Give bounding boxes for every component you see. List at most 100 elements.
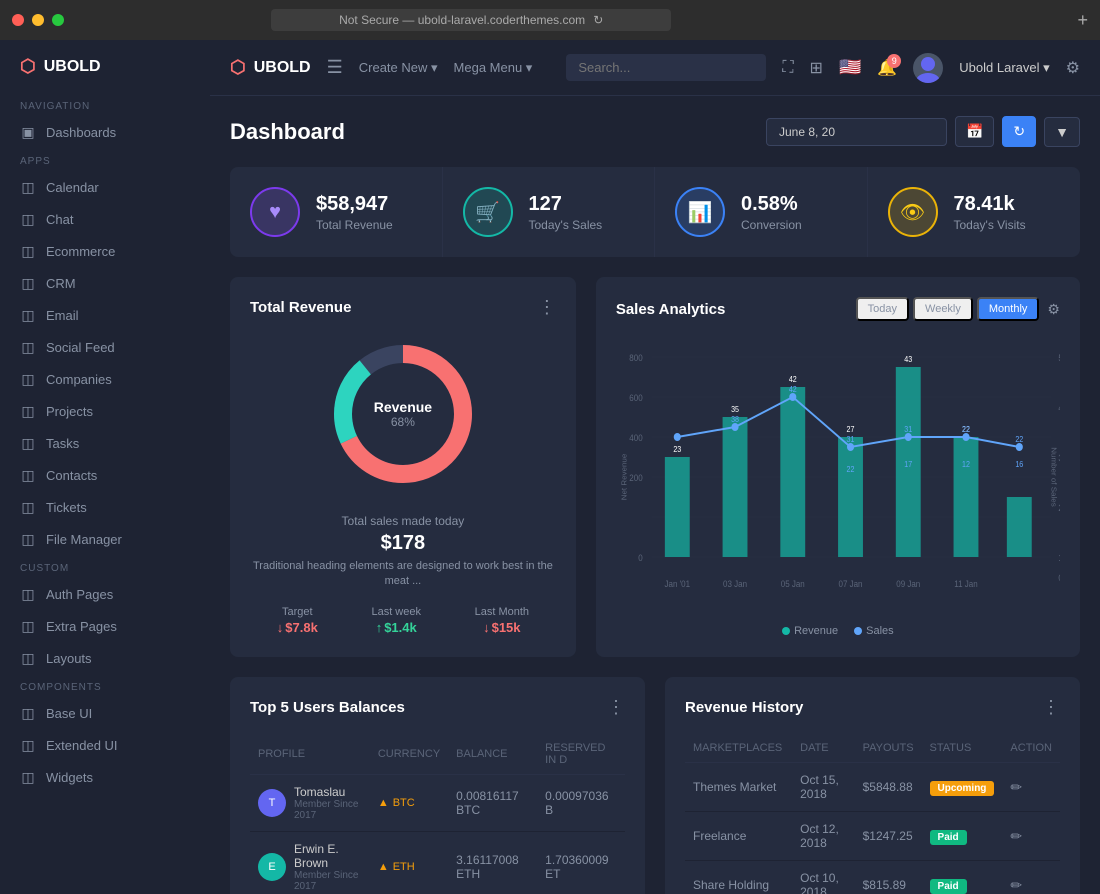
calendar-filter-button[interactable]: 📅: [955, 116, 994, 147]
legend-revenue-dot: [782, 627, 790, 635]
sidebar-item-label: Chat: [46, 212, 73, 227]
grid-view-icon[interactable]: ⊞: [810, 58, 823, 78]
sidebar-item-email[interactable]: ◫ Email: [0, 299, 210, 331]
custom-section-label: CUSTOM: [0, 555, 210, 578]
filter-dropdown-button[interactable]: ▼: [1044, 117, 1080, 147]
date-cell: Oct 15, 2018: [792, 763, 854, 812]
tab-weekly[interactable]: Weekly: [913, 297, 973, 321]
sidebar-item-file-manager[interactable]: ◫ File Manager: [0, 523, 210, 555]
sales-controls: Today Weekly Monthly ⚙: [856, 297, 1060, 321]
sidebar-item-auth-pages[interactable]: ◫ Auth Pages: [0, 578, 210, 610]
search-input[interactable]: [566, 54, 766, 81]
sidebar-item-ecommerce[interactable]: ◫ Ecommerce: [0, 235, 210, 267]
sidebar-item-label: Contacts: [46, 468, 97, 483]
sidebar-item-calendar[interactable]: ◫ Calendar: [0, 171, 210, 203]
svg-text:22: 22: [846, 465, 854, 475]
sidebar-item-label: Extended UI: [46, 738, 118, 753]
user-name[interactable]: Ubold Laravel ▾: [959, 60, 1049, 76]
chart-options-icon[interactable]: ⚙: [1047, 301, 1060, 318]
edit-button[interactable]: ✏: [1010, 877, 1022, 893]
reload-icon[interactable]: ↻: [593, 13, 603, 27]
base-ui-icon: ◫: [20, 705, 36, 721]
svg-text:11 Jan: 11 Jan: [954, 579, 978, 590]
user-avatar[interactable]: [913, 53, 943, 83]
charts-row: Total Revenue ⋮: [230, 277, 1080, 657]
avatar: T: [258, 789, 286, 817]
window-minimize[interactable]: [32, 14, 44, 26]
sidebar-item-social-feed[interactable]: ◫ Social Feed: [0, 331, 210, 363]
new-tab-button[interactable]: +: [1077, 10, 1088, 31]
revenue-desc: Traditional heading elements are designe…: [250, 559, 556, 590]
widgets-icon: ◫: [20, 769, 36, 785]
edit-button[interactable]: ✏: [1010, 779, 1022, 795]
revenue-card-header: Total Revenue ⋮: [250, 297, 556, 318]
visits-icon: 👁: [888, 187, 938, 237]
balance-cell: 0.00816117 BTC: [448, 775, 537, 832]
language-flag[interactable]: 🇺🇸: [839, 57, 861, 78]
hamburger-menu[interactable]: ☰: [327, 57, 343, 78]
users-card-title: Top 5 Users Balances: [250, 699, 405, 716]
stat-card-visits: 👁 78.41k Today's Visits: [868, 167, 1081, 257]
users-more-button[interactable]: ⋮: [607, 697, 625, 718]
sidebar-item-dashboards[interactable]: ▣ Dashboards: [0, 116, 210, 148]
revenue-total-label: Total sales made today: [250, 514, 556, 528]
fullscreen-icon[interactable]: ⛶: [782, 59, 793, 77]
tab-monthly[interactable]: Monthly: [977, 297, 1040, 321]
reserved-cell: 1.70360009 ET: [537, 832, 625, 894]
sidebar-item-label: Dashboards: [46, 125, 116, 140]
conversion-value: 0.58%: [741, 193, 802, 216]
revenue-icon: ♥: [250, 187, 300, 237]
action-cell[interactable]: ✏: [1002, 763, 1060, 812]
window-close[interactable]: [12, 14, 24, 26]
svg-text:Net Revenue: Net Revenue: [620, 454, 628, 501]
revenue-more-button[interactable]: ⋮: [538, 297, 556, 318]
user-profile-cell: E Erwin E. Brown Member Since 2017: [250, 832, 370, 894]
create-new-button[interactable]: Create New ▾: [359, 60, 438, 76]
sidebar-item-contacts[interactable]: ◫ Contacts: [0, 459, 210, 491]
sidebar-item-extended-ui[interactable]: ◫ Extended UI: [0, 729, 210, 761]
sidebar-item-widgets[interactable]: ◫ Widgets: [0, 761, 210, 793]
edit-button[interactable]: ✏: [1010, 828, 1022, 844]
sidebar-item-tickets[interactable]: ◫ Tickets: [0, 491, 210, 523]
sales-icon: 🛒: [463, 187, 513, 237]
sidebar-item-extra-pages[interactable]: ◫ Extra Pages: [0, 610, 210, 642]
svg-text:22: 22: [962, 425, 970, 435]
sidebar-item-crm[interactable]: ◫ CRM: [0, 267, 210, 299]
window-maximize[interactable]: [52, 14, 64, 26]
legend-revenue-label: Revenue: [794, 625, 838, 637]
col-action: Action: [1002, 734, 1060, 763]
url-bar[interactable]: Not Secure — ubold-laravel.coderthemes.c…: [271, 9, 671, 31]
svg-text:40: 40: [1058, 403, 1060, 414]
date-input[interactable]: [766, 118, 947, 146]
rh-more-button[interactable]: ⋮: [1042, 697, 1060, 718]
sidebar-item-tasks[interactable]: ◫ Tasks: [0, 427, 210, 459]
action-cell[interactable]: ✏: [1002, 812, 1060, 861]
svg-text:400: 400: [629, 433, 643, 444]
status-cell: Paid: [922, 861, 1003, 894]
sidebar-item-projects[interactable]: ◫ Projects: [0, 395, 210, 427]
navbar-brand: ⬡ UBOLD: [230, 57, 311, 78]
tab-today[interactable]: Today: [856, 297, 909, 321]
sidebar-item-layouts[interactable]: ◫ Layouts: [0, 642, 210, 674]
sidebar-item-label: Calendar: [46, 180, 99, 195]
mega-menu-button[interactable]: Mega Menu ▾: [454, 60, 533, 76]
sidebar-item-base-ui[interactable]: ◫ Base UI: [0, 697, 210, 729]
settings-icon[interactable]: ⚙: [1066, 58, 1080, 78]
notification-icon[interactable]: 🔔 9: [877, 58, 897, 78]
sidebar-item-companies[interactable]: ◫ Companies: [0, 363, 210, 395]
extra-pages-icon: ◫: [20, 618, 36, 634]
revenue-history-table: Marketplaces Date Payouts Status Action …: [685, 734, 1060, 894]
currency-cell: ▲ ETH: [370, 832, 448, 894]
svg-text:17: 17: [904, 460, 912, 470]
status-cell: Paid: [922, 812, 1003, 861]
table-row: Freelance Oct 12, 2018 $1247.25 Paid ✏: [685, 812, 1060, 861]
tickets-icon: ◫: [20, 499, 36, 515]
action-cell[interactable]: ✏: [1002, 861, 1060, 894]
filter-active-button[interactable]: ↻: [1002, 116, 1036, 147]
revenue-value: $58,947: [316, 193, 393, 216]
sidebar-item-label: Ecommerce: [46, 244, 115, 259]
logo-text: UBOLD: [44, 58, 101, 76]
sidebar-item-chat[interactable]: ◫ Chat: [0, 203, 210, 235]
sales-chart-area: 800 600 400 200 0 50 40 30 20 10 0: [616, 337, 1060, 617]
svg-text:10: 10: [1058, 553, 1060, 564]
